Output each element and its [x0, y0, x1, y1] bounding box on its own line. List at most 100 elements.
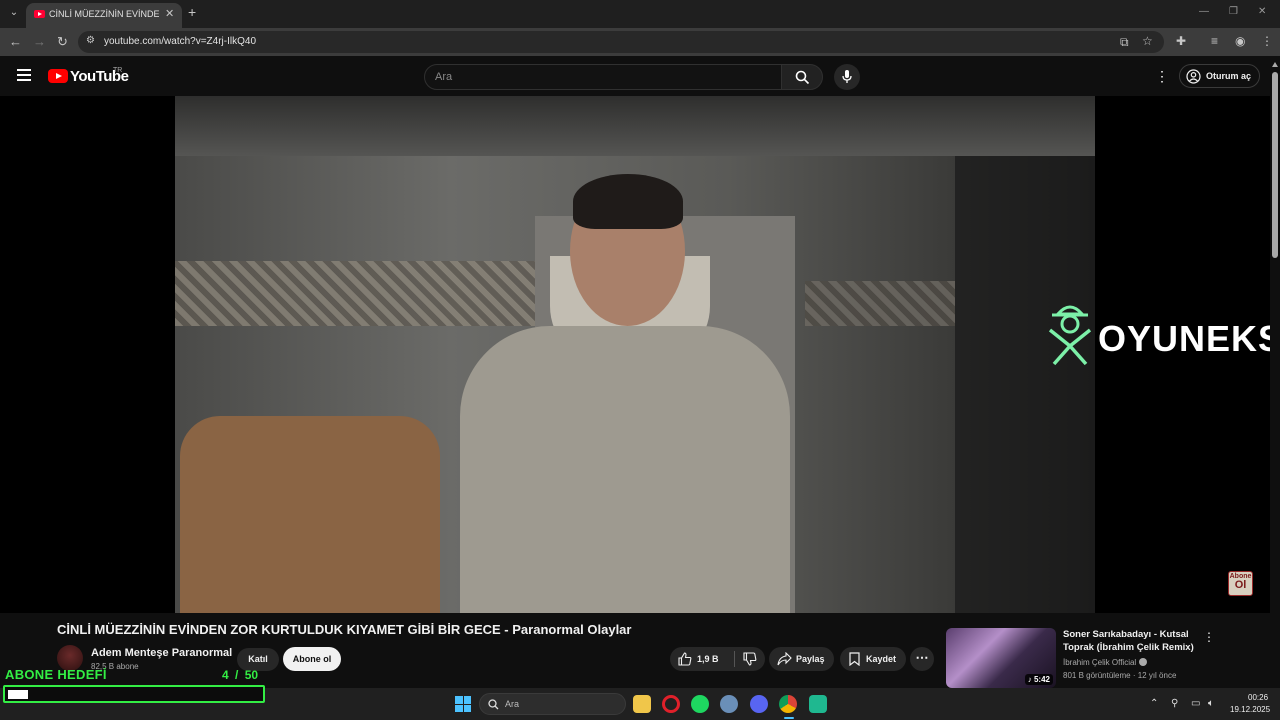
more-actions-icon[interactable]: ⋯ [910, 647, 934, 671]
bookmark-save-icon [849, 652, 860, 666]
page-scrollbar[interactable] [1270, 60, 1280, 688]
search-button[interactable] [781, 64, 823, 90]
goal-target: / 50 [235, 668, 259, 682]
volume-speaker-icon[interactable]: 🔈︎ [1208, 698, 1214, 709]
window-close-icon[interactable]: ✕ [1258, 6, 1266, 17]
windows-start-icon[interactable] [455, 696, 471, 712]
tab-title: CİNLİ MÜEZZİNİN EVİNDEN ZOR KURTULDUK KI… [49, 9, 159, 19]
dislike-button[interactable] [735, 647, 765, 671]
back-arrow-icon[interactable]: ← [9, 34, 22, 49]
subscriber-goal-label: ABONE HEDEFİ [5, 667, 107, 682]
share-label: Paylaş [796, 654, 825, 664]
file-explorer-icon[interactable] [633, 695, 651, 713]
share-arrow-icon [777, 652, 792, 666]
oyuneks-mascot-icon [1048, 305, 1092, 366]
extensions-puzzle-icon[interactable]: ✚ [1176, 34, 1186, 48]
recommended-channel[interactable]: İbrahim Çelik Official [1063, 658, 1148, 667]
taskbar-search[interactable]: Ara [479, 693, 626, 715]
video-frame[interactable] [175, 96, 1095, 613]
subscriber-goal-progress-fill [8, 690, 28, 699]
subscribe-button[interactable]: Abone ol [283, 647, 341, 671]
clock-date[interactable]: 19.12.2025 [1230, 705, 1270, 714]
like-dislike-group: 1,9 B [670, 647, 765, 671]
save-button[interactable]: Kaydet [840, 647, 906, 671]
signin-button[interactable]: Oturum aç [1179, 64, 1260, 88]
taskbar-search-placeholder: Ara [505, 699, 520, 709]
settings-kebab-icon[interactable]: ⋮ [1155, 68, 1169, 85]
scene-ceiling [175, 96, 1095, 156]
new-tab-plus-icon[interactable]: + [188, 4, 196, 20]
scene-chair [180, 416, 440, 613]
opera-icon[interactable] [662, 695, 680, 713]
badge-text-bottom: Ol [1234, 579, 1247, 591]
browser-toolbar: ← → ↻ ⚙ youtube.com/watch?v=Z4rj-IlkQ40 … [0, 28, 1280, 56]
forward-arrow-icon[interactable]: → [33, 34, 46, 49]
thumbs-down-icon [743, 652, 757, 666]
recommended-channel-name: İbrahim Çelik Official [1063, 658, 1137, 667]
like-button[interactable]: 1,9 B [670, 647, 734, 671]
video-player[interactable]: OYUNEKS Abone Ol [0, 96, 1270, 613]
spotify-icon[interactable] [691, 695, 709, 713]
recommended-video-thumbnail[interactable]: ♪ 5:42 [946, 628, 1056, 688]
share-button[interactable]: Paylaş [769, 647, 834, 671]
window-minimize-icon[interactable]: — [1199, 6, 1209, 17]
youtube-logo-icon[interactable] [48, 69, 68, 83]
video-title: CİNLİ MÜEZZİNİN EVİNDEN ZOR KURTULDUK KI… [57, 622, 632, 637]
account-circle-icon [1186, 69, 1201, 84]
browser-tab-active[interactable]: CİNLİ MÜEZZİNİN EVİNDEN ZOR KURTULDUK KI… [26, 3, 182, 28]
clock-time[interactable]: 00:26 [1248, 693, 1268, 702]
browser-tab-strip: ⌄ CİNLİ MÜEZZİNİN EVİNDEN ZOR KURTULDUK … [0, 0, 1280, 28]
search-box [424, 64, 782, 90]
taskbar-search-icon [488, 699, 499, 710]
recommended-video-meta: 801 B görüntüleme · 12 yıl önce [1063, 671, 1177, 680]
search-icon [795, 70, 810, 85]
recommended-menu-icon[interactable]: ⋮ [1203, 630, 1215, 644]
chrome-icon[interactable] [779, 695, 797, 713]
scene-jacket [460, 326, 790, 613]
recommended-video-title[interactable]: Soner Sarıkabadayı - Kutsal Toprak (İbra… [1063, 628, 1203, 654]
tray-overflow-chevron-icon[interactable]: ⌃ [1150, 698, 1158, 709]
subscribe-badge-overlay: Abone Ol [1228, 571, 1253, 596]
url-text[interactable]: youtube.com/watch?v=Z4rj-IlkQ40 [104, 36, 256, 47]
goal-current: 4 [222, 668, 229, 682]
bookmark-star-icon[interactable]: ☆ [1142, 34, 1153, 48]
cast-install-icon[interactable]: ⧉ [1120, 35, 1129, 50]
scene-tile-band [175, 261, 535, 326]
browser-menu-icon[interactable]: ⋮ [1261, 34, 1273, 48]
subscriber-goal-count: 4 / 50 [222, 668, 258, 682]
subscriber-goal-progress-bar [3, 685, 265, 703]
address-bar[interactable]: ⚙ youtube.com/watch?v=Z4rj-IlkQ40 ⧉ ☆ [78, 31, 1164, 53]
duration-text: 5:42 [1033, 675, 1050, 684]
whatsapp-like-app-icon[interactable] [809, 695, 827, 713]
channel-name[interactable]: Adem Menteşe Paranormal [91, 647, 232, 659]
tab-close-icon[interactable]: ✕ [165, 7, 174, 20]
network-monitor-icon[interactable]: ▭ [1191, 698, 1200, 709]
profile-icon[interactable]: ◉ [1235, 34, 1245, 48]
youtube-favicon-icon [34, 10, 45, 18]
scene-shadow [955, 156, 1095, 613]
active-app-indicator [784, 717, 794, 719]
site-info-tune-icon[interactable]: ⚙ [86, 35, 95, 46]
steam-like-app-icon[interactable] [720, 695, 738, 713]
microphone-tray-icon[interactable]: ⚲ [1171, 698, 1178, 709]
save-label: Kaydet [866, 654, 897, 664]
window-restore-icon[interactable]: ❐ [1229, 6, 1238, 17]
country-code: TR [113, 67, 123, 74]
tab-search-chevron-icon[interactable]: ⌄ [6, 5, 22, 21]
verified-badge-icon [1139, 658, 1148, 666]
scrollbar-thumb[interactable] [1272, 72, 1278, 258]
oyuneks-brand-logo: OYUNEKS [1046, 296, 1270, 366]
media-controls-icon[interactable]: ≡ [1211, 34, 1218, 48]
scroll-up-arrow-icon[interactable] [1272, 62, 1278, 67]
search-input[interactable] [435, 71, 765, 83]
reload-icon[interactable]: ↻ [57, 34, 68, 50]
discord-icon[interactable] [750, 695, 768, 713]
hamburger-menu-icon[interactable] [17, 69, 31, 81]
signin-label: Oturum aç [1206, 71, 1252, 81]
voice-search-button[interactable] [834, 64, 860, 90]
like-count: 1,9 B [697, 654, 719, 664]
scene-person-hair [573, 174, 683, 229]
video-duration: ♪ 5:42 [1024, 674, 1053, 685]
oyuneks-brand-text: OYUNEKS [1098, 318, 1270, 359]
microphone-icon [842, 70, 852, 83]
